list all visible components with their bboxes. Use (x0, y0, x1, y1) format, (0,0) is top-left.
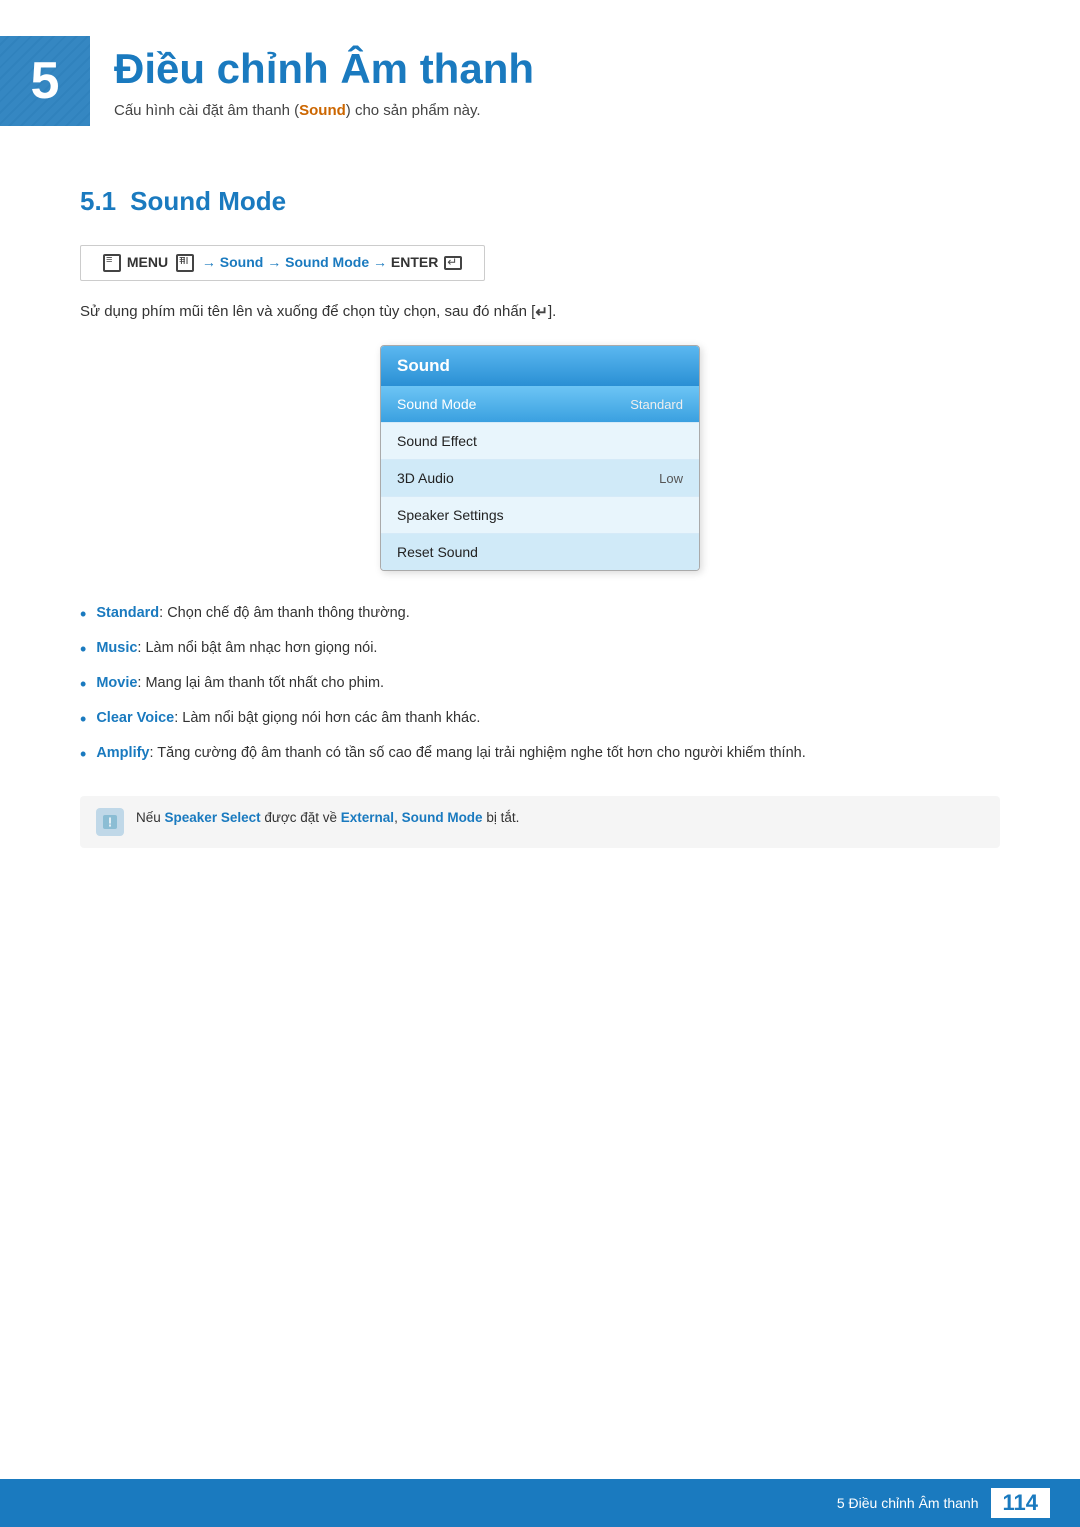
chapter-number-block: 5 (0, 36, 90, 126)
menu-sound: Sound (220, 254, 264, 270)
note-term3: Sound Mode (402, 810, 483, 825)
bullet-list: • Standard: Chọn chế độ âm thanh thông t… (80, 603, 1000, 768)
sound-mode-label: Sound Mode (397, 396, 476, 412)
sound-menu: Sound Sound Mode Standard Sound Effect 3… (380, 345, 700, 571)
bullet-dot: • (80, 636, 86, 663)
chapter-title: Điều chỉnh Âm thanh (114, 46, 534, 92)
bullet-dot: • (80, 671, 86, 698)
list-item: • Amplify: Tăng cường độ âm thanh có tần… (80, 743, 1000, 768)
menu-arrow3: → (373, 254, 387, 270)
instruction-text: Sử dụng phím mũi tên lên và xuống để chọ… (80, 303, 1000, 321)
list-item: • Standard: Chọn chế độ âm thanh thông t… (80, 603, 1000, 628)
3d-audio-value: Low (659, 471, 683, 486)
footer-text: 5 Điều chỉnh Âm thanh (837, 1495, 979, 1511)
sound-menu-item-speaker-settings[interactable]: Speaker Settings (381, 497, 699, 534)
list-item: • Music: Làm nổi bật âm nhạc hơn giọng n… (80, 638, 1000, 663)
section-heading: 5.1 Sound Mode (80, 186, 1000, 217)
list-item: • Movie: Mang lại âm thanh tốt nhất cho … (80, 673, 1000, 698)
menu-label: MENU (127, 254, 168, 270)
menu-box-icon: III (176, 254, 194, 272)
section-title: Sound Mode (130, 186, 286, 217)
menu-sound-mode: Sound Mode (285, 254, 369, 270)
sound-menu-header: Sound (381, 346, 699, 386)
speaker-settings-label: Speaker Settings (397, 507, 504, 523)
bullet-dot: • (80, 706, 86, 733)
chapter-subtitle: Cấu hình cài đặt âm thanh (Sound) cho sả… (114, 102, 534, 119)
chapter-header: 5 Điều chỉnh Âm thanh Cấu hình cài đặt â… (0, 0, 1080, 146)
page-footer: 5 Điều chỉnh Âm thanh 114 (0, 1479, 1080, 1527)
chapter-title-block: Điều chỉnh Âm thanh Cấu hình cài đặt âm … (114, 36, 534, 119)
main-content: 5.1 Sound Mode MENU III → Sound → Sound … (0, 146, 1080, 928)
note-term1: Speaker Select (165, 810, 261, 825)
list-item-text: Music: Làm nổi bật âm nhạc hơn giọng nói… (96, 638, 377, 660)
sound-effect-label: Sound Effect (397, 433, 477, 449)
list-item-text: Clear Voice: Làm nổi bật giọng nói hơn c… (96, 708, 480, 730)
list-item-text: Movie: Mang lại âm thanh tốt nhất cho ph… (96, 673, 384, 695)
sound-menu-item-reset-sound[interactable]: Reset Sound (381, 534, 699, 570)
sound-menu-item-sound-effect[interactable]: Sound Effect (381, 423, 699, 460)
sound-menu-item-sound-mode[interactable]: Sound Mode Standard (381, 386, 699, 423)
bullet-dot: • (80, 741, 86, 768)
bullet-dot: • (80, 601, 86, 628)
list-item-text: Amplify: Tăng cường độ âm thanh có tần s… (96, 743, 805, 765)
menu-arrow1: → (202, 254, 216, 270)
note-box: Nếu Speaker Select được đặt về External,… (80, 796, 1000, 848)
menu-enter: ENTER (391, 254, 438, 270)
note-icon (96, 808, 124, 836)
reset-sound-label: Reset Sound (397, 544, 478, 560)
list-item-text: Standard: Chọn chế độ âm thanh thông thư… (96, 603, 409, 625)
enter-icon (444, 256, 462, 270)
menu-path-box: MENU III → Sound → Sound Mode → ENTER (80, 245, 485, 281)
note-text: Nếu Speaker Select được đặt về External,… (136, 808, 519, 828)
section-number: 5.1 (80, 186, 116, 217)
menu-arrow2: → (267, 254, 281, 270)
chapter-number: 5 (31, 55, 60, 107)
note-term2: External (341, 810, 394, 825)
3d-audio-label: 3D Audio (397, 470, 454, 486)
list-item: • Clear Voice: Làm nổi bật giọng nói hơn… (80, 708, 1000, 733)
footer-page-number: 114 (991, 1488, 1051, 1518)
remote-icon (103, 254, 121, 272)
sound-menu-container: Sound Sound Mode Standard Sound Effect 3… (80, 345, 1000, 571)
bracket-enter-icon: ↵ (535, 303, 548, 321)
sound-mode-value: Standard (630, 397, 683, 412)
sound-menu-item-3d-audio[interactable]: 3D Audio Low (381, 460, 699, 497)
